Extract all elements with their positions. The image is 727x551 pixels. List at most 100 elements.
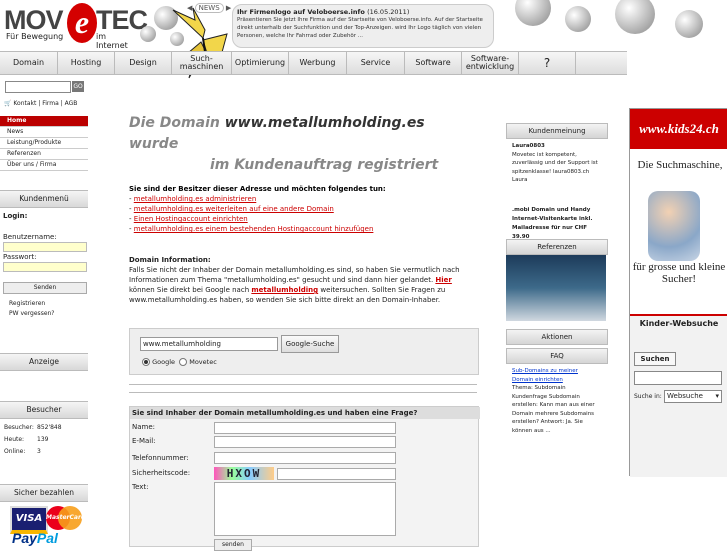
menu-leistung[interactable]: Leistung/Produkte bbox=[0, 138, 88, 149]
menu-referenzen[interactable]: Referenzen bbox=[0, 149, 88, 160]
google-search-button[interactable]: Google-Suche bbox=[281, 335, 339, 353]
owner-section: Sie sind der Besitzer dieser Adresse und… bbox=[129, 185, 386, 233]
nav-software[interactable]: Software bbox=[405, 52, 462, 74]
nav-werbung[interactable]: Werbung bbox=[289, 52, 347, 74]
chevron-down-icon: ▾ bbox=[715, 392, 719, 400]
paypal-text-a: Pay bbox=[12, 530, 37, 546]
password-label: Passwort: bbox=[3, 253, 37, 261]
cart-bar: 🛒 Kontakt | Firma | AGB bbox=[4, 100, 78, 107]
link-hosting-hinzufuegen[interactable]: metallumholding.es einem bestehenden Hos… bbox=[134, 225, 374, 233]
link-agb[interactable]: AGB bbox=[65, 100, 78, 107]
kundenmeinung-header: Kundenmeinung bbox=[506, 123, 608, 139]
divider bbox=[129, 392, 477, 393]
username-field[interactable] bbox=[3, 242, 87, 252]
form-text-area[interactable] bbox=[214, 482, 396, 536]
websuche-title: Kinder-Websuche bbox=[639, 319, 719, 328]
domain-info: Domain Information: Falls Sie nicht der … bbox=[129, 256, 460, 304]
nav-design[interactable]: Design bbox=[115, 52, 172, 74]
nav-hosting[interactable]: Hosting bbox=[58, 52, 115, 74]
besucher-total-label: Besucher: bbox=[4, 424, 34, 431]
besucher-online-label: Online: bbox=[4, 448, 26, 455]
ad-slogan-2: für grosse und kleine Sucher! bbox=[632, 261, 726, 285]
form-text-label: Text: bbox=[132, 483, 149, 491]
besucher-header: Besucher bbox=[0, 401, 88, 419]
register-link[interactable]: Registrieren bbox=[9, 300, 45, 307]
link-hosting-einrichten[interactable]: Einen Hostingaccount einrichten bbox=[134, 215, 248, 223]
nav-softwareentwicklung[interactable]: Software- entwicklung bbox=[462, 52, 519, 74]
link-firma[interactable]: Firma bbox=[42, 100, 59, 107]
kids24-ad[interactable]: www.kids24.ch Die Suchmaschine, für gros… bbox=[629, 108, 727, 477]
nav-help[interactable]: ? bbox=[519, 52, 576, 74]
forgot-password-link[interactable]: PW vergessen? bbox=[9, 310, 55, 317]
link-weiterleiten[interactable]: metallumholding.es weiterleiten auf eine… bbox=[134, 205, 334, 213]
info-title: Domain Information: bbox=[129, 256, 211, 264]
divider bbox=[129, 384, 477, 385]
referenz-image[interactable] bbox=[506, 255, 606, 321]
logo-tagline-right: im Internet bbox=[96, 32, 128, 50]
kids24-brand: www.kids24.ch bbox=[630, 109, 727, 149]
owner-title: Sie sind der Besitzer dieser Adresse und… bbox=[129, 185, 386, 193]
login-send-button[interactable]: Senden bbox=[3, 282, 87, 294]
nav-domain[interactable]: Domain bbox=[0, 52, 58, 74]
form-code-field[interactable] bbox=[277, 468, 396, 480]
nav-suchmaschinen[interactable]: Such- maschinen bbox=[172, 52, 232, 74]
paypal-logo: PayPal bbox=[12, 530, 58, 546]
besucher-online-value: 3 bbox=[37, 448, 41, 455]
kinder-websuche: Kinder-Websuche Suchen Suche in: Websuch… bbox=[630, 314, 727, 477]
password-field[interactable] bbox=[3, 262, 87, 272]
link-keyword[interactable]: metallumholding bbox=[251, 286, 318, 294]
radio-google[interactable] bbox=[142, 358, 150, 366]
besucher-today-value: 139 bbox=[37, 436, 49, 443]
news-title[interactable]: Ihr Firmenlogo auf Veloboerse.info (16.0… bbox=[237, 8, 409, 16]
kundenmenu-header: Kundenmenü bbox=[0, 190, 88, 208]
aktionen-box: Aktionen bbox=[506, 329, 608, 345]
menu-ueber-uns[interactable]: Über uns / Firma bbox=[0, 160, 88, 171]
google-search-input[interactable]: www.metallumholding bbox=[140, 337, 278, 351]
radio-movetec[interactable] bbox=[179, 358, 188, 366]
kundenmeinung-name: Laura0803 bbox=[512, 143, 545, 149]
faq-link[interactable]: Sub-Domains zu meiner Domain einrichten bbox=[512, 368, 578, 383]
mobi-promo[interactable]: .mobi Domain und Handy Internet-Visitenk… bbox=[506, 206, 606, 242]
pay-header: Sicher bezahlen bbox=[0, 484, 88, 502]
site-search-input[interactable] bbox=[5, 81, 71, 93]
left-menu: Home News Leistung/Produkte Referenzen Ü… bbox=[0, 116, 88, 171]
referenzen-box: Referenzen bbox=[506, 239, 608, 321]
logo-e: e bbox=[67, 3, 97, 43]
websuche-input[interactable] bbox=[634, 371, 722, 385]
movetec-logo[interactable]: MOV e TEC Für Bewegung im Internet bbox=[4, 3, 148, 50]
form-phone-label: Telefonnummer: bbox=[132, 454, 189, 462]
nav-optimierung[interactable]: Optimierung bbox=[232, 52, 289, 74]
faq-box: FAQ Sub-Domains zu meiner Domain einrich… bbox=[506, 348, 608, 438]
referenzen-header: Referenzen bbox=[506, 239, 608, 255]
websuche-button[interactable]: Suchen bbox=[634, 352, 676, 366]
kundenmeinung-box: Kundenmeinung Laura0803 Movetec ist komp… bbox=[506, 123, 608, 188]
link-administrieren[interactable]: metallumholding.es administrieren bbox=[134, 195, 257, 203]
google-search-box: www.metallumholding Google-Suche Google … bbox=[129, 328, 479, 375]
captcha-image: HXOW bbox=[214, 467, 274, 480]
form-send-button[interactable]: senden bbox=[214, 539, 252, 551]
cart-icon[interactable]: 🛒 bbox=[4, 100, 11, 107]
form-email-field[interactable] bbox=[214, 436, 396, 448]
nav-service[interactable]: Service bbox=[347, 52, 405, 74]
menu-home[interactable]: Home bbox=[0, 116, 88, 127]
aktionen-header: Aktionen bbox=[506, 329, 608, 345]
besucher-total-value: 852'848 bbox=[37, 424, 62, 431]
news-text: Präsentieren Sie jetzt Ihre Firma auf de… bbox=[237, 17, 483, 39]
form-phone-field[interactable] bbox=[214, 452, 396, 464]
websuche-in-label: Suche in: bbox=[634, 393, 662, 400]
mastercard-logo: MasterCard bbox=[46, 506, 85, 530]
faq-text: Thema: Subdomain Kundenfrage Subdomain e… bbox=[512, 385, 595, 434]
form-name-field[interactable] bbox=[214, 422, 396, 434]
kids-image bbox=[648, 191, 700, 261]
menu-news[interactable]: News bbox=[0, 127, 88, 138]
form-code-label: Sicherheitscode: bbox=[132, 469, 191, 477]
form-name-label: Name: bbox=[132, 423, 156, 431]
link-hier[interactable]: Hier bbox=[435, 276, 451, 284]
contact-form: Sie sind Inhaber der Domain metallumhold… bbox=[129, 406, 480, 551]
ad-slogan-1: Die Suchmaschine, bbox=[637, 159, 723, 171]
websuche-select[interactable]: Websuche ▾ bbox=[664, 390, 722, 403]
site-search-go-button[interactable]: GO bbox=[72, 81, 84, 92]
link-kontakt[interactable]: Kontakt bbox=[13, 100, 36, 107]
paypal-text-b: Pal bbox=[36, 530, 58, 546]
username-label: Benutzername: bbox=[3, 233, 57, 241]
